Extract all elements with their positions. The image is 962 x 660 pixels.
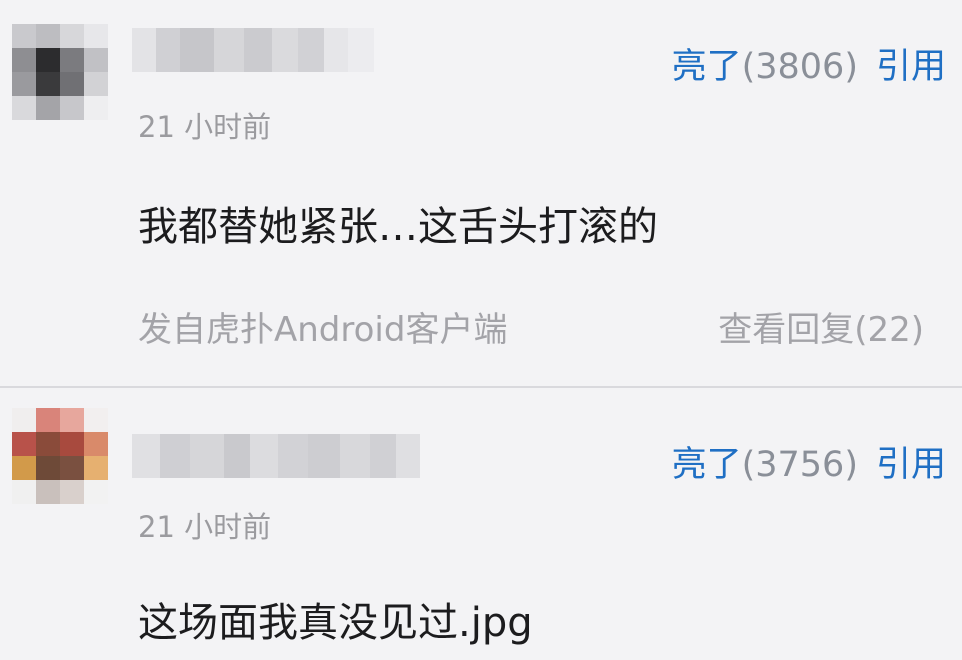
comment-actions: 亮了(3756) 引用 xyxy=(672,436,946,487)
like-count: (3756) xyxy=(741,445,858,485)
avatar-pixel xyxy=(84,408,108,432)
avatar-pixel xyxy=(60,456,84,480)
like-button[interactable]: 亮了(3756) xyxy=(672,436,858,487)
avatar-pixel xyxy=(84,480,108,504)
avatar-pixel xyxy=(36,408,60,432)
avatar-pixel xyxy=(12,456,36,480)
avatar-pixel xyxy=(36,432,60,456)
avatar-pixel xyxy=(12,480,36,504)
avatar-pixel xyxy=(60,480,84,504)
username-redacted[interactable] xyxy=(132,434,420,478)
avatar-pixel xyxy=(84,456,108,480)
comment-body: 这场面我真没见过.jpg xyxy=(138,600,533,646)
comment-timestamp: 21 小时前 xyxy=(138,510,272,544)
comment-item: 21 小时前 亮了(3756) 引用 这场面我真没见过.jpg xyxy=(0,0,962,660)
quote-button[interactable]: 引用 xyxy=(876,436,946,487)
avatar-pixel xyxy=(36,456,60,480)
avatar-pixel xyxy=(12,432,36,456)
avatar[interactable] xyxy=(12,408,108,504)
avatar-pixel xyxy=(12,408,36,432)
avatar-pixel xyxy=(60,432,84,456)
avatar-pixel xyxy=(84,432,108,456)
like-label: 亮了 xyxy=(671,445,742,485)
avatar-pixel xyxy=(60,408,84,432)
avatar-pixel xyxy=(36,480,60,504)
